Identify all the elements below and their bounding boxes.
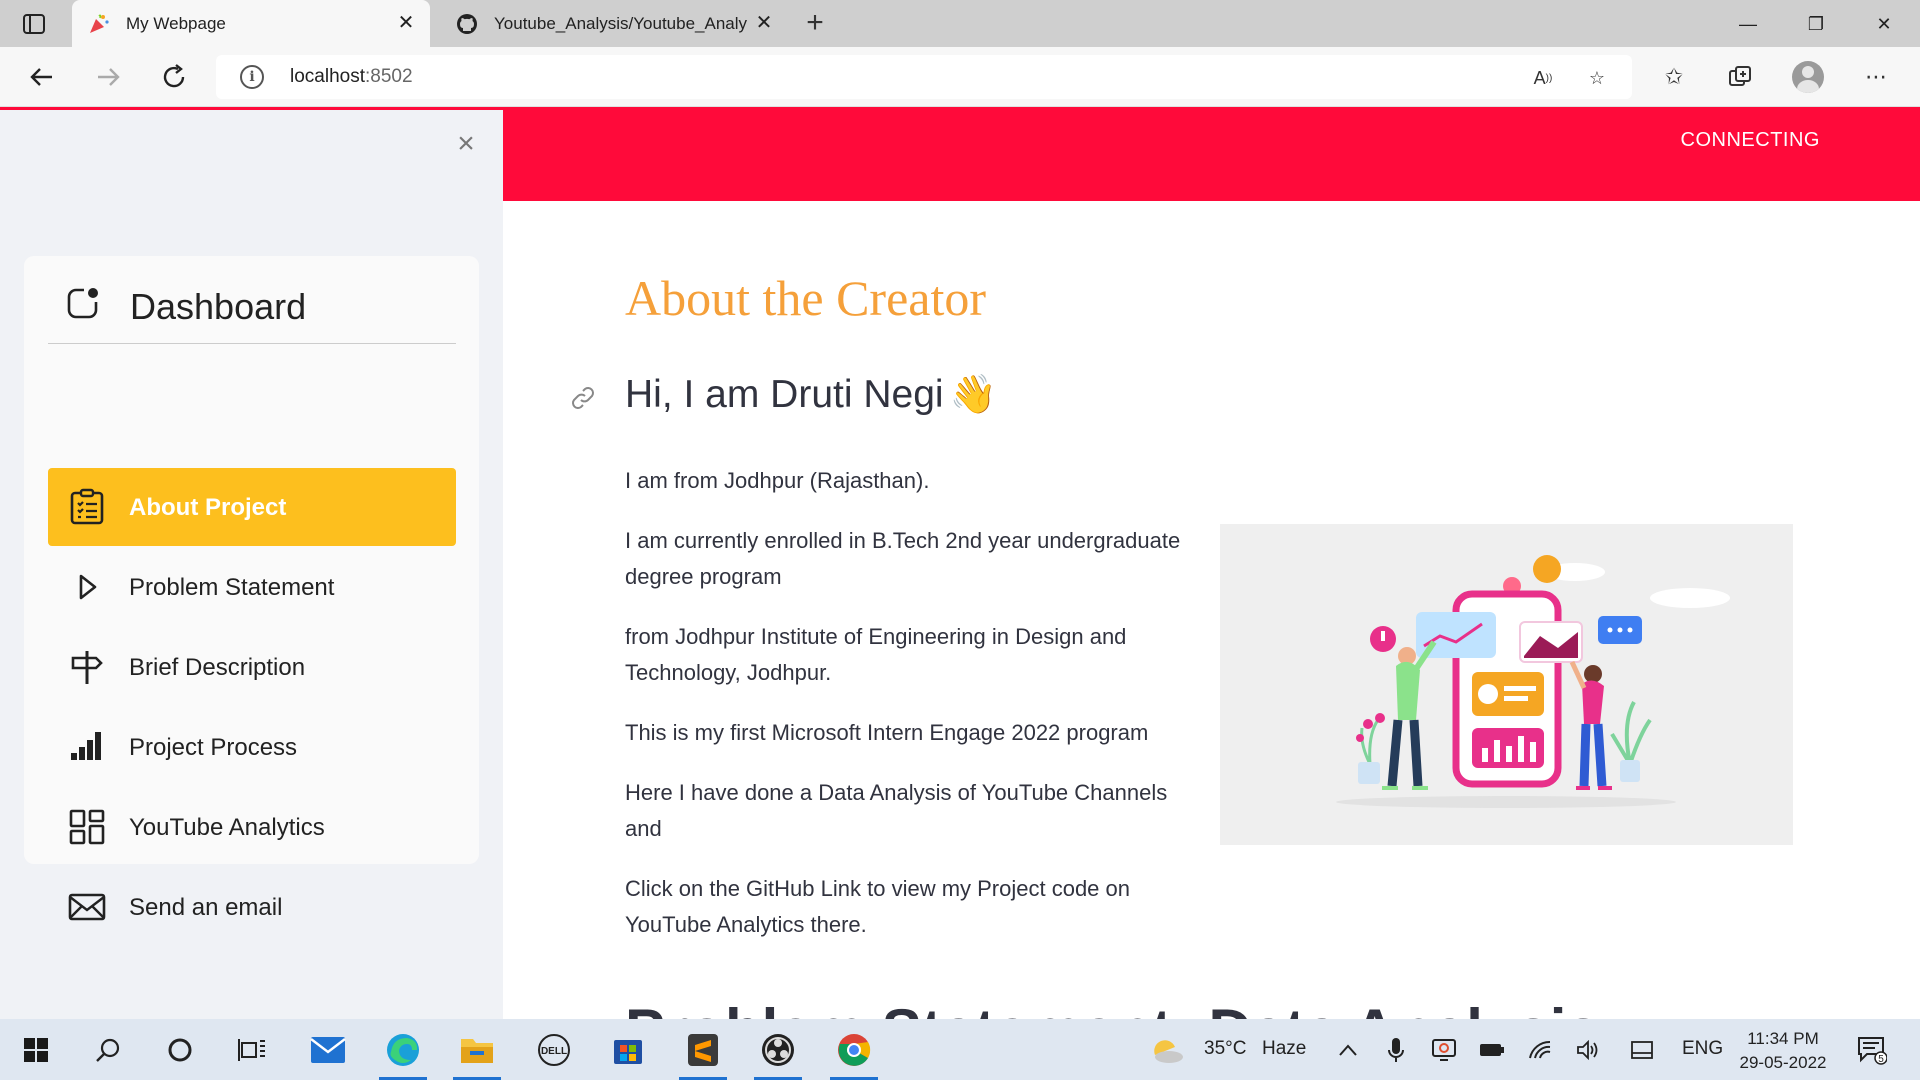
tab-actions-icon[interactable] (22, 12, 46, 36)
menu-item-label: Brief Description (129, 654, 306, 681)
svg-text:DELL: DELL (541, 1046, 567, 1057)
refresh-icon[interactable] (158, 61, 190, 93)
paragraph: Here I have done a Data Analysis of YouT… (625, 780, 1168, 841)
waving-hand-icon: 👋 (949, 374, 997, 416)
microphone-icon[interactable] (1376, 1019, 1416, 1080)
edge-browser-icon[interactable] (373, 1019, 433, 1080)
url-text: localhost:8502 (290, 66, 413, 87)
greeting-heading: Hi, I am Druti Negi 👋 (625, 373, 997, 417)
more-options-icon[interactable]: ⋯ (1860, 61, 1892, 93)
restore-button[interactable]: ❐ (1796, 10, 1836, 38)
tab-title: Youtube_Analysis/Youtube_Analy (494, 13, 748, 33)
party-popper-icon (86, 11, 112, 37)
collections-icon[interactable] (1724, 61, 1756, 93)
grid-icon (68, 808, 106, 846)
app-indicator-icon (66, 286, 100, 320)
new-tab-button[interactable]: + (800, 8, 830, 38)
weather-temperature[interactable]: 35°C (1204, 1038, 1246, 1060)
file-explorer-icon[interactable] (447, 1019, 507, 1080)
tab-title: My Webpage (126, 13, 226, 33)
next-section-heading: Problem Statement: Data Analysis (625, 996, 1600, 1019)
address-bar[interactable]: i localhost:8502 A)) ☆ (216, 55, 1632, 99)
paragraph: I am currently enrolled in B.Tech 2nd ye… (625, 528, 1181, 589)
menu-item-brief-description[interactable]: Brief Description (48, 628, 456, 706)
menu-title: Dashboard (130, 286, 307, 327)
display-app-icon[interactable] (1424, 1019, 1464, 1080)
address-toolbar: i localhost:8502 A)) ☆ ✩ ⋯ (0, 47, 1920, 107)
back-icon[interactable] (26, 61, 58, 93)
windows-start-icon[interactable] (6, 1019, 66, 1080)
tab-close-icon[interactable]: ✕ (754, 12, 774, 34)
menu-header: Dashboard (48, 282, 456, 344)
obs-studio-icon[interactable] (748, 1019, 808, 1080)
sidebar: × Dashboard About Project Problem Statem… (0, 107, 503, 1019)
clock-time: 11:34 PM (1747, 1029, 1819, 1048)
notification-center-icon[interactable]: 5 (1850, 1019, 1894, 1080)
notification-count: 5 (1878, 1054, 1884, 1065)
microsoft-store-icon[interactable] (598, 1019, 658, 1080)
link-anchor-icon[interactable] (569, 384, 597, 412)
info-icon[interactable]: i (240, 65, 264, 89)
close-window-button[interactable]: ✕ (1864, 10, 1904, 38)
menu-item-problem-statement[interactable]: Problem Statement (48, 548, 456, 626)
windows-taskbar: DELL 35°C Haze ENG 11:34 PM 29-05-2022 5 (0, 1019, 1920, 1080)
keyboard-layout-icon[interactable] (1622, 1019, 1662, 1080)
menu-item-label: YouTube Analytics (129, 814, 325, 841)
envelope-icon (68, 888, 106, 926)
system-clock[interactable]: 11:34 PM 29-05-2022 (1708, 1027, 1858, 1075)
chevron-up-icon[interactable] (1328, 1019, 1368, 1080)
tab-my-webpage[interactable]: My Webpage ✕ (72, 0, 430, 47)
menu-item-about-project[interactable]: About Project (48, 468, 456, 546)
clipboard-list-icon (68, 488, 106, 526)
paragraph: This is my first Microsoft Intern Engage… (625, 720, 1149, 745)
chrome-icon[interactable] (824, 1019, 884, 1080)
sublime-text-icon[interactable] (673, 1019, 733, 1080)
signpost-icon (68, 648, 106, 686)
paragraph: I am from Jodhpur (Rajasthan). (625, 468, 930, 493)
menu-item-label: Problem Statement (129, 574, 335, 601)
read-aloud-icon[interactable]: A)) (1530, 65, 1556, 91)
add-favorite-icon[interactable]: ☆ (1584, 65, 1610, 91)
menu-item-youtube-analytics[interactable]: YouTube Analytics (48, 788, 456, 866)
main-content: About the Creator Hi, I am Druti Negi 👋 … (503, 201, 1920, 1019)
task-view-icon[interactable] (222, 1019, 282, 1080)
menu-item-send-email[interactable]: Send an email (48, 868, 456, 938)
mail-app-icon[interactable] (298, 1019, 358, 1080)
dell-app-icon[interactable]: DELL (524, 1019, 584, 1080)
signal-bars-icon (68, 728, 106, 766)
menu-item-project-process[interactable]: Project Process (48, 708, 456, 786)
github-icon (454, 11, 480, 37)
app-page: × Dashboard About Project Problem Statem… (0, 107, 1920, 1019)
header-band: CONNECTING (503, 107, 1920, 201)
forward-icon[interactable] (92, 61, 124, 93)
weather-condition[interactable]: Haze (1262, 1038, 1306, 1060)
menu-item-label: About Project (129, 494, 287, 521)
option-menu: Dashboard About Project Problem Statemen… (24, 256, 479, 921)
sidebar-close-icon[interactable]: × (450, 128, 482, 160)
menu-item-label: Project Process (129, 734, 298, 761)
menu-item-label: Send an email (129, 894, 283, 921)
wifi-icon[interactable] (1520, 1019, 1560, 1080)
volume-icon[interactable] (1568, 1019, 1608, 1080)
search-icon[interactable] (78, 1019, 138, 1080)
analytics-illustration (1220, 524, 1793, 845)
profile-avatar[interactable] (1792, 61, 1824, 93)
weather-icon[interactable] (1144, 1019, 1190, 1080)
play-outline-icon (68, 568, 106, 606)
clock-date: 29-05-2022 (1739, 1053, 1827, 1072)
battery-icon[interactable] (1472, 1019, 1512, 1080)
connection-status: CONNECTING (1680, 129, 1820, 151)
tab-github[interactable]: Youtube_Analysis/Youtube_Analy ✕ (440, 0, 788, 47)
minimize-button[interactable]: — (1728, 10, 1768, 38)
paragraph: from Jodhpur Institute of Engineering in… (625, 624, 1127, 685)
cortana-icon[interactable] (150, 1019, 210, 1080)
browser-tab-bar: My Webpage ✕ Youtube_Analysis/Youtube_An… (0, 0, 1920, 47)
greeting-text: Hi, I am Druti Negi (625, 373, 944, 416)
paragraph: Click on the GitHub Link to view my Proj… (625, 876, 1131, 937)
favorites-icon[interactable]: ✩ (1658, 61, 1690, 93)
tab-close-icon[interactable]: ✕ (396, 12, 416, 34)
page-title: About the Creator (625, 270, 987, 326)
